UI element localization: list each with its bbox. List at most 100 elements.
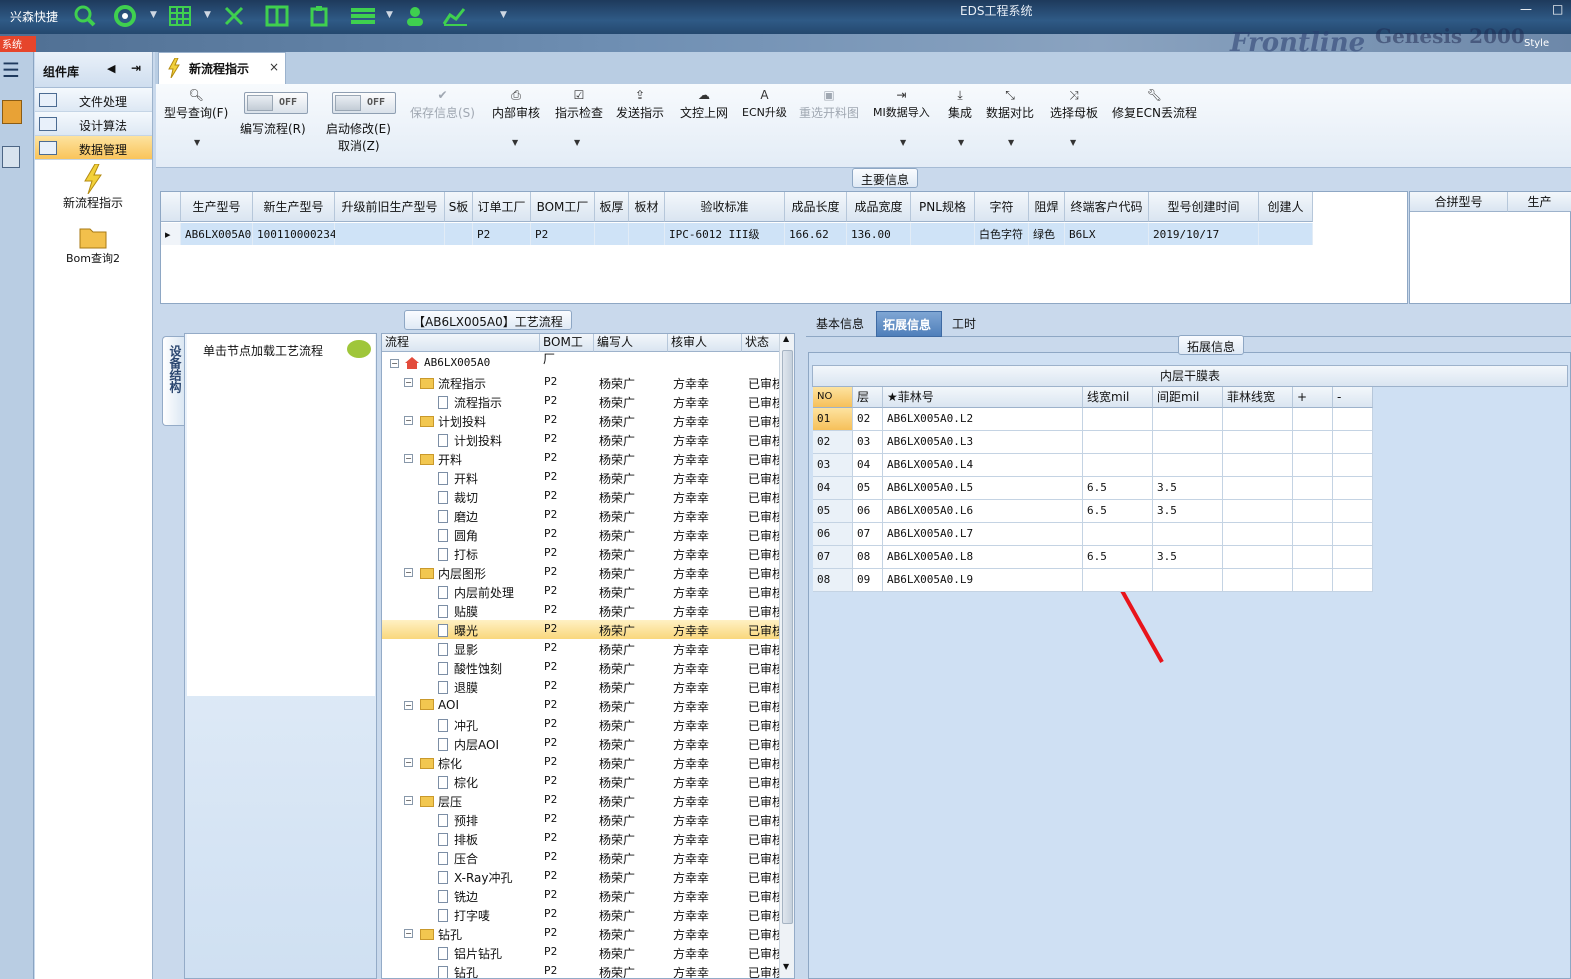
table-cell[interactable]: 6.5 (1083, 477, 1153, 500)
table-cell[interactable] (1223, 454, 1293, 477)
grid-icon[interactable] (167, 3, 193, 29)
dropdown-icon[interactable]: ▼ (194, 138, 200, 147)
table-cell[interactable] (1293, 500, 1333, 523)
table-cell[interactable] (911, 223, 975, 245)
scroll-down-icon[interactable]: ▼ (783, 962, 789, 971)
vertical-scrollbar[interactable]: ▲ ▼ (779, 334, 794, 978)
column-header[interactable]: 核审人 (668, 334, 742, 352)
table-cell[interactable] (1083, 454, 1153, 477)
sub-item-new-flow[interactable]: 新流程指示 (45, 163, 141, 211)
dropdown-icon[interactable]: ▼ (900, 138, 906, 147)
collapse-icon[interactable]: − (404, 796, 413, 805)
table-cell[interactable]: AB6LX005A0.L4 (883, 454, 1083, 477)
table-cell[interactable]: 07 (813, 546, 853, 569)
table-cell[interactable] (1293, 408, 1333, 431)
collapse-icon[interactable]: − (404, 416, 413, 425)
tree-row[interactable]: 铣边 P2 杨荣广 方幸幸 已审核 (382, 886, 782, 905)
dropdown-icon[interactable]: ▼ (958, 138, 964, 147)
column-header[interactable]: 合拼型号 (1410, 192, 1508, 212)
tree-row[interactable]: − 层压 P2 杨荣广 方幸幸 已审核 (382, 791, 782, 810)
cancel-label[interactable]: 取消(Z) (338, 137, 380, 154)
table-cell[interactable] (1083, 431, 1153, 454)
tree-row[interactable]: 显影 P2 杨荣广 方幸幸 已审核 (382, 639, 782, 658)
table-cell[interactable] (1153, 523, 1223, 546)
equipment-structure-tab[interactable]: 设备结构 (162, 336, 184, 426)
tree-row[interactable]: − 流程指示 P2 杨荣广 方幸幸 已审核 (382, 373, 782, 392)
column-header[interactable]: ★菲林号 (883, 387, 1083, 408)
collapse-icon[interactable]: − (404, 701, 413, 710)
table-cell[interactable]: 10011000023444 (253, 223, 350, 245)
start-modify-toggle[interactable]: OFF (332, 92, 396, 114)
table-cell[interactable]: AB6LX005A0.L9 (883, 569, 1083, 592)
scroll-thumb[interactable] (782, 350, 793, 924)
info-tab[interactable]: 基本信息 (810, 311, 872, 337)
column-header[interactable]: 验收标准 (665, 192, 785, 222)
tree-row[interactable]: 退膜 P2 杨荣广 方幸幸 已审核 (382, 677, 782, 696)
tree-row[interactable]: 压合 P2 杨荣广 方幸幸 已审核 (382, 848, 782, 867)
component-item-file[interactable]: 文件处理 (35, 88, 152, 112)
collapse-left-icon[interactable]: ◀ (107, 62, 115, 75)
send-button[interactable]: ⇪ 发送指示 (616, 88, 664, 121)
column-header[interactable]: + (1293, 387, 1333, 408)
tree-row[interactable]: 冲孔 P2 杨荣广 方幸幸 已审核 (382, 715, 782, 734)
system-menu[interactable]: 系统 (0, 36, 36, 52)
table-cell[interactable] (1083, 523, 1153, 546)
sub-item-bom[interactable]: Bom查询2 (45, 224, 141, 266)
tree-row[interactable]: − 计划投料 P2 杨荣广 方幸幸 已审核 (382, 411, 782, 430)
tree-row[interactable]: 裁切 P2 杨荣广 方幸幸 已审核 (382, 487, 782, 506)
list-icon[interactable] (350, 3, 376, 29)
tree-row[interactable]: 排板 P2 杨荣广 方幸幸 已审核 (382, 829, 782, 848)
table-cell[interactable] (1333, 569, 1373, 592)
tree-row[interactable]: 计划投料 P2 杨荣广 方幸幸 已审核 (382, 430, 782, 449)
column-header[interactable]: 编写人 (594, 334, 668, 352)
tree-row[interactable]: 贴膜 P2 杨荣广 方幸幸 已审核 (382, 601, 782, 620)
calculator-icon[interactable] (2, 146, 20, 168)
column-header[interactable]: 型号创建时间 (1149, 192, 1259, 222)
column-header[interactable]: 新生产型号 (253, 192, 335, 222)
tree-root[interactable]: − AB6LX005A0 (382, 354, 782, 373)
table-cell[interactable] (1223, 477, 1293, 500)
film-icon[interactable] (264, 3, 290, 29)
info-tab[interactable]: 拓展信息 (876, 311, 942, 337)
reselect-button[interactable]: ▣ 重选开料图 (799, 88, 859, 121)
column-header[interactable]: 订单工厂 (473, 192, 531, 222)
collapse-icon[interactable]: − (404, 568, 413, 577)
table-cell[interactable] (1223, 569, 1293, 592)
table-cell[interactable] (1333, 454, 1373, 477)
check-button[interactable]: ☑ 指示检查 (555, 88, 603, 121)
dropdown-icon[interactable]: ▼ (1008, 138, 1014, 147)
table-cell[interactable]: 6.5 (1083, 546, 1153, 569)
table-cell[interactable]: 08 (853, 546, 883, 569)
mi-import-button[interactable]: ⇥ MI数据导入 (873, 88, 930, 120)
table-cell[interactable] (1293, 569, 1333, 592)
doc-upload-button[interactable]: ☁ 文控上网 (680, 88, 728, 121)
tree-row[interactable]: 开料 P2 杨荣广 方幸幸 已审核 (382, 468, 782, 487)
tree-row[interactable]: 打字唛 P2 杨荣广 方幸幸 已审核 (382, 905, 782, 924)
row-selector[interactable]: ▸ (161, 223, 181, 245)
tab-close-icon[interactable]: × (269, 60, 279, 74)
tree-row[interactable]: 打标 P2 杨荣广 方幸幸 已审核 (382, 544, 782, 563)
tree-row[interactable]: 曝光 P2 杨荣广 方幸幸 已审核 (382, 620, 782, 639)
component-item-data[interactable]: 数据管理 (35, 136, 152, 160)
table-cell[interactable] (629, 223, 665, 245)
write-flow-toggle[interactable]: OFF (244, 92, 308, 114)
table-cell[interactable] (1293, 454, 1333, 477)
collapse-icon[interactable]: − (404, 929, 413, 938)
column-header[interactable]: 终端客户代码 (1065, 192, 1149, 222)
dropdown-icon[interactable]: ▼ (1070, 138, 1076, 147)
hamburger-icon[interactable]: ☰ (2, 58, 20, 82)
column-header[interactable]: 升级前旧生产型号 (335, 192, 445, 222)
collapse-icon[interactable]: − (390, 359, 399, 368)
table-cell[interactable]: 09 (853, 569, 883, 592)
column-header[interactable]: 字符 (975, 192, 1029, 222)
collapse-icon[interactable]: − (404, 758, 413, 767)
dropdown-icon[interactable]: ▼ (512, 138, 518, 147)
table-cell[interactable] (1333, 546, 1373, 569)
table-cell[interactable]: AB6LX005A0.L7 (883, 523, 1083, 546)
column-header[interactable]: 板厚 (595, 192, 629, 222)
tree-row[interactable]: 预排 P2 杨荣广 方幸幸 已审核 (382, 810, 782, 829)
user-icon[interactable] (402, 3, 428, 29)
table-cell[interactable]: AB6LX005A0.L5 (883, 477, 1083, 500)
column-header[interactable]: 板材 (629, 192, 665, 222)
table-cell[interactable]: P2 (531, 223, 595, 245)
